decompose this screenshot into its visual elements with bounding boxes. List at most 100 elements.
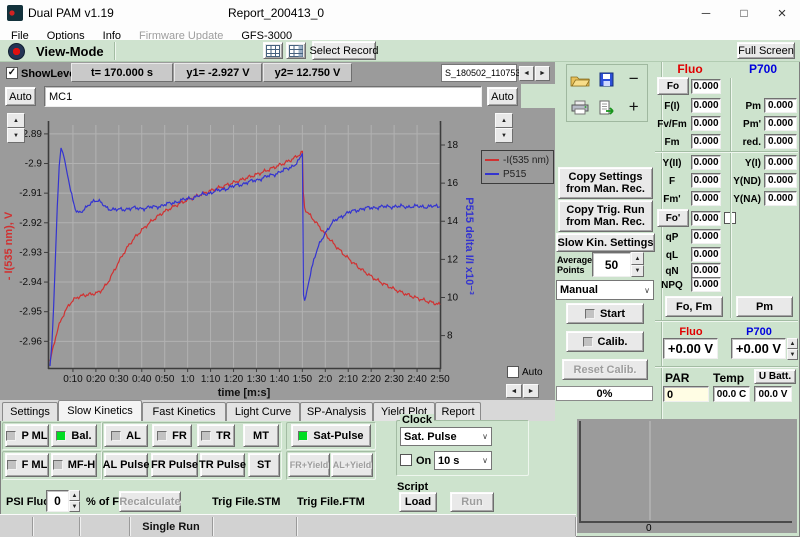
full-screen-button[interactable]: Full Screen bbox=[737, 42, 795, 59]
script-load-button[interactable]: Load bbox=[399, 492, 437, 512]
right-axis-spin-up[interactable]: ▲ bbox=[495, 113, 513, 128]
param-button-fo[interactable]: Fo bbox=[657, 77, 689, 95]
svg-text:2:30: 2:30 bbox=[384, 374, 404, 385]
psi-spin-down[interactable]: ▼ bbox=[69, 501, 80, 512]
recalculate-button[interactable]: Recalculate bbox=[119, 491, 181, 512]
control-label-fr-yield: FR+Yield bbox=[290, 460, 328, 470]
control-label-al-pulse: AL Pulse bbox=[103, 459, 150, 471]
clock-interval-select[interactable]: 10 s ∨ bbox=[434, 451, 492, 470]
control-button-p-ml[interactable]: P ML bbox=[5, 424, 49, 447]
copy-settings-button[interactable]: Copy Settings from Man. Rec. bbox=[558, 167, 653, 199]
grid-view-icon[interactable] bbox=[263, 42, 283, 59]
chevron-down-icon: ∨ bbox=[482, 456, 488, 465]
left-axis-spin-up[interactable]: ▲ bbox=[7, 113, 25, 128]
control-button-al-pulse[interactable]: AL Pulse bbox=[104, 453, 148, 477]
ubatt-label: U Batt. bbox=[754, 369, 796, 384]
calib-indicator bbox=[583, 337, 593, 347]
readout-y1: y1= -2.927 V bbox=[174, 63, 262, 82]
p700-header: P700 bbox=[728, 63, 798, 76]
svg-text:12: 12 bbox=[447, 254, 459, 265]
minimize-icon[interactable]: ─ bbox=[688, 0, 724, 26]
tab-slow-kinetics[interactable]: Slow Kinetics bbox=[58, 400, 142, 421]
svg-text:18: 18 bbox=[447, 140, 459, 151]
record-next-button[interactable]: ► bbox=[535, 66, 550, 81]
control-button-tr-pulse[interactable]: TR Pulse bbox=[200, 453, 245, 477]
export-report-icon[interactable] bbox=[594, 93, 621, 121]
control-button-bal[interactable]: Bal. bbox=[51, 424, 97, 447]
clock-on-checkbox[interactable] bbox=[400, 454, 412, 466]
reset-calib-button[interactable]: Reset Calib. bbox=[562, 359, 648, 380]
control-label-fr-pulse: FR Pulse bbox=[151, 459, 198, 471]
control-button-f-ml[interactable]: F ML bbox=[5, 453, 49, 477]
chart-scroll-right[interactable]: ► bbox=[523, 384, 539, 398]
open-folder-icon[interactable] bbox=[567, 65, 594, 93]
mini-chart-tick: 0 bbox=[646, 523, 652, 534]
param-value-qn: 0.000 bbox=[691, 263, 721, 278]
tab-settings[interactable]: Settings bbox=[2, 402, 58, 421]
clock-interval-value: 10 s bbox=[438, 455, 459, 467]
script-run-button[interactable]: Run bbox=[450, 492, 494, 512]
control-button-fr[interactable]: FR bbox=[152, 424, 192, 447]
auto-scale-left-button[interactable]: Auto bbox=[5, 87, 36, 106]
select-record-button[interactable]: Select Record bbox=[312, 41, 376, 60]
record-select[interactable]: S_180502_110753 ∨ bbox=[441, 64, 517, 82]
right-axis-spin-down[interactable]: ▼ bbox=[495, 128, 513, 143]
copy-trig-run-button[interactable]: Copy Trig. Run from Man. Rec. bbox=[558, 200, 653, 232]
psi-fluo-value[interactable]: 0 bbox=[46, 490, 69, 512]
average-points-value[interactable]: 50 bbox=[592, 252, 631, 277]
average-points-spin-down[interactable]: ▼ bbox=[631, 265, 644, 277]
show-level-checkbox[interactable]: ✓ bbox=[6, 67, 18, 79]
average-points-label2: Points bbox=[557, 266, 585, 276]
control-button-mf-h[interactable]: MF-H bbox=[51, 453, 97, 477]
tab-light-curve[interactable]: Light Curve bbox=[226, 402, 300, 421]
control-button-mt[interactable]: MT bbox=[243, 424, 279, 447]
status-cell-4: Single Run bbox=[130, 517, 213, 536]
temp-value: 00.0 C bbox=[713, 386, 750, 402]
slow-kin-settings-button[interactable]: Slow Kin. Settings bbox=[556, 233, 655, 252]
grid-column-view-icon[interactable] bbox=[286, 42, 306, 59]
remove-record-icon[interactable]: − bbox=[620, 65, 647, 93]
svg-text:0:10: 0:10 bbox=[63, 374, 83, 385]
chart-scroll-left[interactable]: ◄ bbox=[506, 384, 522, 398]
gain-spin-down[interactable]: ▼ bbox=[787, 349, 798, 360]
series-i-535-nm bbox=[50, 151, 440, 361]
save-icon[interactable] bbox=[594, 65, 621, 93]
status-cell-6 bbox=[297, 517, 576, 536]
auto-scale-right-button[interactable]: Auto bbox=[487, 87, 518, 106]
chevron-down-icon: ∨ bbox=[644, 286, 650, 295]
record-icon[interactable] bbox=[8, 43, 25, 60]
param-button-fo[interactable]: Fo' bbox=[657, 209, 689, 227]
calib-button[interactable]: Calib. bbox=[566, 331, 644, 352]
fo-fm-button[interactable]: Fo, Fm bbox=[665, 296, 723, 317]
record-prev-button[interactable]: ◄ bbox=[519, 66, 534, 81]
pm-measure-button[interactable]: Pm bbox=[736, 296, 793, 317]
close-icon[interactable]: × bbox=[764, 0, 800, 26]
maximize-icon[interactable]: □ bbox=[726, 0, 762, 26]
control-button-fr-pulse[interactable]: FR Pulse bbox=[151, 453, 198, 477]
file-actions-panel: − + bbox=[566, 64, 648, 122]
gain-spin-up[interactable]: ▲ bbox=[787, 338, 798, 349]
clock-on-label: On bbox=[416, 455, 431, 467]
control-button-tr[interactable]: TR bbox=[197, 424, 235, 447]
average-points-spin-up[interactable]: ▲ bbox=[631, 252, 644, 265]
control-button-al-yield[interactable]: AL+Yield bbox=[331, 453, 373, 477]
tab-fast-kinetics[interactable]: Fast Kinetics bbox=[142, 402, 226, 421]
control-button-st[interactable]: ST bbox=[248, 453, 280, 477]
add-record-icon[interactable]: + bbox=[620, 93, 647, 121]
control-button-sat-pulse[interactable]: Sat-Pulse bbox=[291, 424, 371, 447]
svg-text:- I(535 nm), V: - I(535 nm), V bbox=[3, 211, 15, 280]
chart-auto-checkbox[interactable] bbox=[507, 366, 519, 378]
tab-report[interactable]: Report bbox=[435, 402, 481, 421]
start-button[interactable]: Start bbox=[566, 303, 644, 324]
psi-spin-up[interactable]: ▲ bbox=[69, 490, 80, 501]
left-axis-spin-down[interactable]: ▼ bbox=[7, 128, 25, 143]
control-button-al[interactable]: AL bbox=[104, 424, 148, 447]
svg-text:-2.91: -2.91 bbox=[19, 188, 42, 199]
trigger-mode-select[interactable]: Manual ∨ bbox=[556, 280, 654, 300]
control-button-fr-yield[interactable]: FR+Yield bbox=[288, 453, 330, 477]
clock-mode-select[interactable]: Sat. Pulse ∨ bbox=[400, 427, 492, 446]
memo-input[interactable] bbox=[44, 86, 482, 107]
tab-sp-analysis[interactable]: SP-Analysis bbox=[300, 402, 373, 421]
param-value-y-nd: 0.000 bbox=[764, 173, 797, 188]
print-icon[interactable] bbox=[567, 93, 594, 121]
